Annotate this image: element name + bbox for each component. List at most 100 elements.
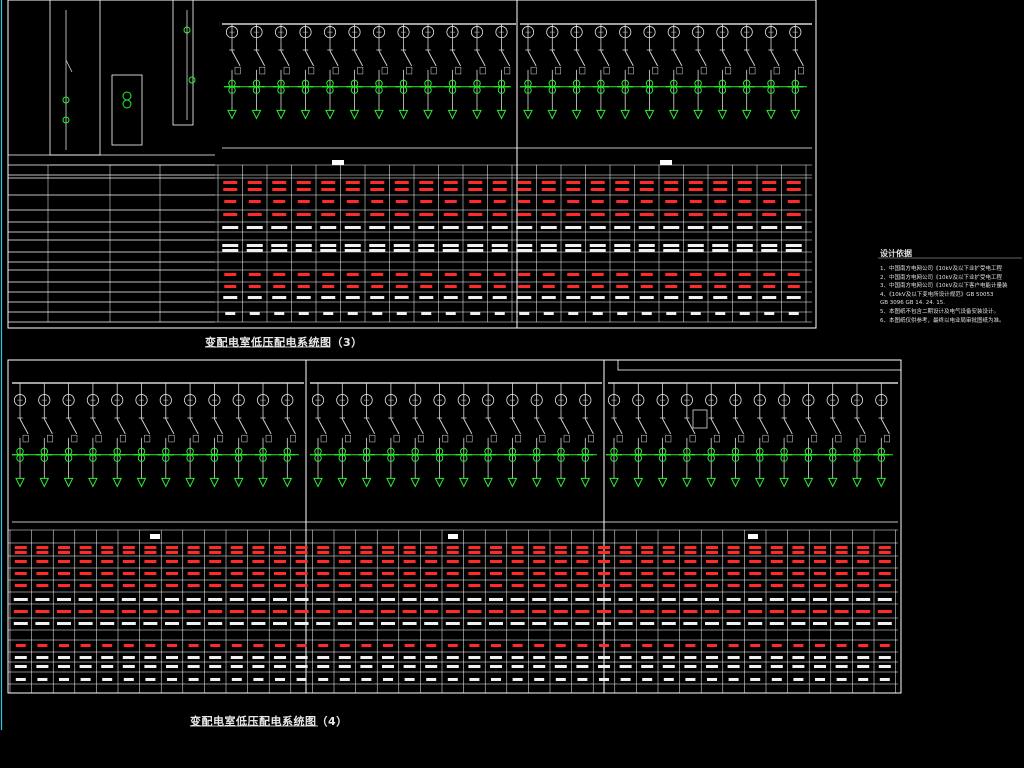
table-cell-text — [419, 213, 434, 216]
table-cell-text — [467, 249, 484, 252]
table-cell-text — [320, 226, 337, 229]
table-cell-text — [705, 610, 719, 613]
table-cell-text — [713, 181, 728, 184]
table-cell-text — [786, 213, 801, 216]
table-cell-text — [224, 273, 237, 276]
table-cell-text — [706, 546, 718, 549]
breaker-blade — [808, 418, 817, 435]
table-cell-text — [252, 551, 265, 554]
table-cell-text — [493, 285, 506, 288]
table-cell-text — [14, 665, 27, 668]
load-arrow — [276, 109, 286, 120]
table-cell-text — [620, 678, 631, 681]
table-cell-text — [749, 656, 762, 659]
switch-box — [665, 434, 672, 443]
table-cell-text — [566, 188, 581, 191]
table-cell-text — [294, 610, 309, 613]
table-cell-text — [518, 273, 531, 276]
section-label-block — [660, 160, 672, 165]
switch-box — [835, 434, 842, 443]
table-cell-text — [640, 285, 653, 288]
table-cell-text — [274, 560, 286, 563]
table-cell-text — [727, 584, 740, 587]
table-cell-text — [616, 200, 629, 203]
table-cell-text — [749, 572, 762, 575]
table-cell-text — [102, 678, 113, 681]
table-cell-text — [271, 249, 288, 252]
table-cell-text — [275, 678, 285, 681]
table-cell-text — [761, 249, 778, 252]
transformer-cabinet-frame — [111, 74, 143, 146]
table-cell-text — [577, 644, 588, 647]
table-cell-text — [788, 312, 799, 315]
table-cell-text — [518, 285, 531, 288]
table-cell-text — [542, 200, 555, 203]
table-cell-text — [684, 665, 697, 668]
table-cell-text — [534, 644, 545, 647]
table-cell-text — [857, 572, 870, 575]
table-cell-text — [813, 610, 827, 613]
table-cell-text — [641, 572, 654, 575]
table-cell-text — [187, 584, 200, 587]
table-cell-text — [323, 312, 334, 315]
table-cell-text — [322, 285, 335, 288]
table-cell-text — [209, 584, 222, 587]
table-cell-text — [510, 598, 525, 601]
table-cell-text — [224, 285, 237, 288]
table-cell-text — [541, 296, 556, 299]
table-cell-text — [713, 188, 728, 191]
table-cell-text — [210, 644, 221, 647]
table-cell-text — [665, 273, 678, 276]
table-cell-text — [597, 622, 611, 625]
table-cell-text — [344, 226, 361, 229]
table-cell-text — [489, 622, 503, 625]
table-cell-text — [424, 622, 439, 625]
table-cell-text — [511, 665, 524, 668]
load-arrow — [496, 109, 507, 120]
switch-box — [144, 434, 151, 443]
load-arrow — [596, 109, 606, 120]
table-cell-text — [360, 551, 373, 554]
load-arrow — [668, 109, 679, 120]
table-cell-text — [296, 644, 307, 647]
table-cell-text — [317, 572, 330, 575]
table-cell-text — [835, 656, 848, 659]
table-cell-text — [763, 285, 776, 288]
table-cell-text — [517, 181, 532, 184]
switch-box — [442, 434, 449, 443]
table-cell-text — [186, 598, 201, 601]
load-arrow — [620, 109, 631, 120]
table-cell-text — [79, 546, 92, 549]
breaker-blade — [403, 50, 412, 67]
table-cell-text — [712, 226, 729, 229]
table-cell-text — [14, 546, 27, 549]
table-cell-text — [222, 226, 239, 229]
table-cell-text — [209, 546, 222, 549]
table-cell-text — [684, 551, 697, 554]
table-cell-text — [402, 598, 417, 601]
sheet-4-table-text-row — [14, 551, 891, 554]
load-arrow — [434, 477, 445, 488]
table-cell-text — [554, 572, 567, 575]
table-cell-text — [685, 678, 696, 681]
table-cell-text — [598, 584, 610, 587]
table-cell-text — [491, 678, 501, 681]
table-cell-text — [15, 644, 26, 647]
table-cell-text — [121, 598, 136, 601]
table-cell-text — [297, 273, 310, 276]
breaker-blade — [613, 418, 623, 435]
table-cell-text — [273, 285, 286, 288]
table-cell-text — [877, 598, 892, 601]
table-cell-text — [641, 665, 654, 668]
breaker-blade — [536, 418, 546, 435]
table-cell-text — [516, 244, 533, 247]
table-cell-text — [641, 312, 652, 315]
table-cell-text — [786, 181, 801, 184]
breaker-blade — [366, 418, 376, 435]
table-cell-text — [814, 665, 826, 668]
table-cell-text — [642, 678, 653, 681]
table-cell-text — [209, 665, 222, 668]
table-cell-text — [57, 610, 71, 613]
table-cell-text — [165, 610, 179, 613]
switch-box — [234, 66, 241, 75]
